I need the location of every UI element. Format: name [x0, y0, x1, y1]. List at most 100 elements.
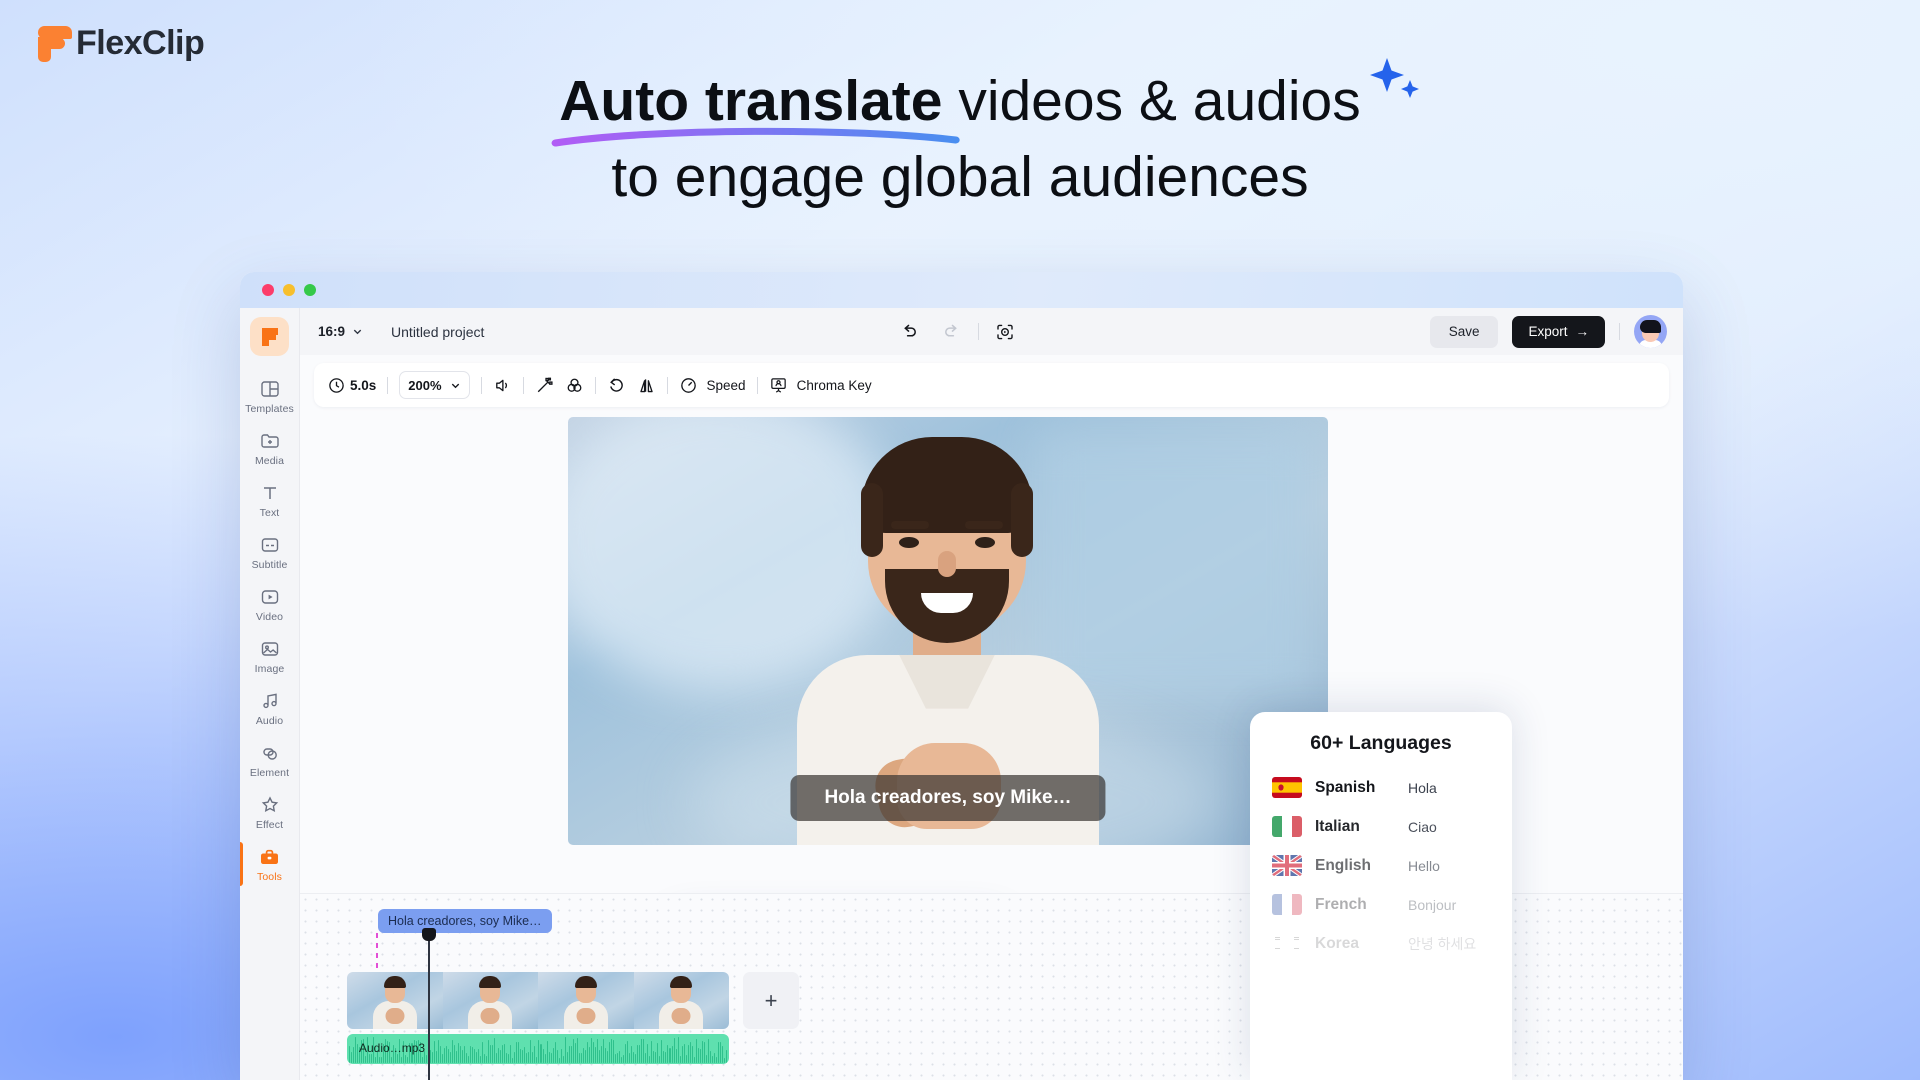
speed-button[interactable]: Speed: [679, 376, 746, 395]
filter-button[interactable]: [565, 376, 584, 395]
redo-button[interactable]: [936, 316, 968, 348]
flexclip-logo[interactable]: FlexClip: [38, 24, 205, 63]
sidebar-item-templates[interactable]: Templates: [240, 370, 300, 422]
volume-button[interactable]: [493, 376, 512, 395]
filter-icon: [567, 378, 581, 392]
languages-list: Spanish Hola Italian Ciao English Hello French…: [1250, 768, 1512, 963]
chroma-key-button[interactable]: Chroma Key: [769, 376, 872, 395]
language-row[interactable]: Italian Ciao: [1250, 807, 1512, 846]
magic-wand-button[interactable]: [535, 376, 554, 395]
toolbar-divider-5: [666, 376, 668, 394]
toolbar-divider-2: [480, 376, 482, 394]
languages-card: 60+ Languages Spanish Hola Italian Ciao Engl…: [1250, 712, 1512, 1080]
tools-icon: [259, 846, 281, 868]
window-minimize-button[interactable]: [283, 284, 295, 296]
subtitle-overlay-text: Hola creadores, soy Mike…: [824, 787, 1072, 808]
chroma-key-label: Chroma Key: [796, 377, 872, 393]
sidebar-item-subtitle[interactable]: Subtitle: [240, 526, 300, 578]
sidebar-label: Text: [259, 507, 280, 519]
toolbar-divider-4: [594, 376, 596, 394]
languages-card-title: 60+ Languages: [1310, 732, 1452, 754]
undo-button[interactable]: [894, 316, 926, 348]
france-flag-icon: [1272, 894, 1302, 915]
speed-icon: [680, 377, 696, 393]
language-name: French: [1315, 895, 1367, 913]
templates-icon: [259, 378, 281, 400]
sidebar-item-media[interactable]: Media: [240, 422, 300, 474]
sidebar-label: Templates: [245, 403, 294, 415]
chroma-key-icon: [770, 377, 786, 393]
media-icon: [259, 430, 281, 452]
app-logo-icon[interactable]: [250, 317, 289, 356]
korea-flag-icon: [1272, 933, 1302, 954]
video-frame: [538, 972, 634, 1029]
toolbar-divider-3: [522, 376, 524, 394]
effect-icon: [259, 794, 281, 816]
sidebar-item-audio[interactable]: Audio: [240, 682, 300, 734]
preview-icon: [996, 324, 1013, 339]
italy-flag-icon: [1272, 816, 1302, 837]
sidebar-item-tools[interactable]: Tools: [240, 838, 300, 890]
playhead[interactable]: [422, 928, 436, 1080]
left-sidebar: Templates Media Text Subtitle Video Imag…: [240, 308, 300, 1080]
language-name: Italian: [1315, 817, 1360, 835]
audio-track[interactable]: Audio…mp3: [347, 1034, 729, 1064]
speed-label: Speed: [706, 377, 746, 393]
element-icon: [259, 742, 281, 764]
clip-toolbar: 5.0s 200% Speed Chroma Key: [314, 363, 1669, 407]
brand-wordmark: FlexClip: [76, 24, 205, 62]
chevron-down-icon: [451, 383, 459, 388]
avatar[interactable]: [1634, 315, 1667, 348]
duration-control[interactable]: 5.0s: [328, 377, 376, 394]
flip-icon: [639, 378, 653, 392]
window-close-button[interactable]: [262, 284, 274, 296]
rotate-button[interactable]: [607, 376, 626, 395]
video-preview[interactable]: Hola creadores, soy Mike…: [568, 417, 1328, 845]
sidebar-item-element[interactable]: Element: [240, 734, 300, 786]
aspect-ratio-selector[interactable]: 16:9: [318, 324, 363, 339]
preview-button[interactable]: [989, 316, 1021, 348]
hero-emphasis: Auto translate: [551, 71, 960, 147]
subtitle-clip[interactable]: Hola creadores, soy Mike…: [378, 909, 552, 933]
text-icon: [259, 482, 281, 504]
project-title[interactable]: Untitled project: [391, 324, 484, 340]
window-maximize-button[interactable]: [304, 284, 316, 296]
editor-topbar: 16:9 Untitled project Save Export →: [300, 308, 1683, 355]
audio-icon: [259, 690, 281, 712]
sidebar-label: Tools: [256, 871, 282, 883]
arrow-right-icon: →: [1575, 324, 1590, 339]
language-greeting: Hello: [1408, 857, 1440, 874]
flexclip-mark-icon: [38, 25, 72, 62]
sidebar-label: Video: [255, 611, 284, 623]
export-button[interactable]: Export →: [1512, 315, 1605, 348]
video-track[interactable]: [347, 972, 729, 1029]
image-icon: [259, 638, 281, 660]
language-name: Korea: [1315, 934, 1359, 952]
magic-wand-icon: [537, 377, 553, 392]
sidebar-item-effect[interactable]: Effect: [240, 786, 300, 838]
save-button[interactable]: Save: [1429, 315, 1499, 348]
language-row[interactable]: Korea 안녕 하세요: [1250, 924, 1512, 963]
language-row[interactable]: French Bonjour: [1250, 885, 1512, 924]
language-name: Spanish: [1315, 778, 1376, 796]
sidebar-item-video[interactable]: Video: [240, 578, 300, 630]
topbar-divider: [977, 323, 979, 340]
window-titlebar: [240, 272, 1683, 308]
flip-button[interactable]: [637, 376, 656, 395]
sidebar-label: Element: [249, 767, 290, 779]
toolbar-divider-6: [756, 376, 758, 394]
language-greeting: 안녕 하세요: [1408, 935, 1477, 952]
clock-icon: [329, 377, 344, 393]
add-media-button[interactable]: +: [743, 972, 799, 1029]
hero-line-2: to engage global audiences: [611, 144, 1309, 209]
hero-rest: videos & audios: [942, 69, 1361, 133]
language-greeting: Bonjour: [1408, 896, 1457, 913]
language-row[interactable]: English Hello: [1250, 846, 1512, 885]
sidebar-item-text[interactable]: Text: [240, 474, 300, 526]
zoom-select[interactable]: 200%: [399, 371, 470, 399]
subtitle-overlay: Hola creadores, soy Mike…: [790, 775, 1106, 821]
language-row[interactable]: Spanish Hola: [1250, 768, 1512, 807]
sidebar-item-image[interactable]: Image: [240, 630, 300, 682]
sidebar-label: Subtitle: [251, 559, 288, 571]
sidebar-label: Effect: [255, 819, 284, 831]
